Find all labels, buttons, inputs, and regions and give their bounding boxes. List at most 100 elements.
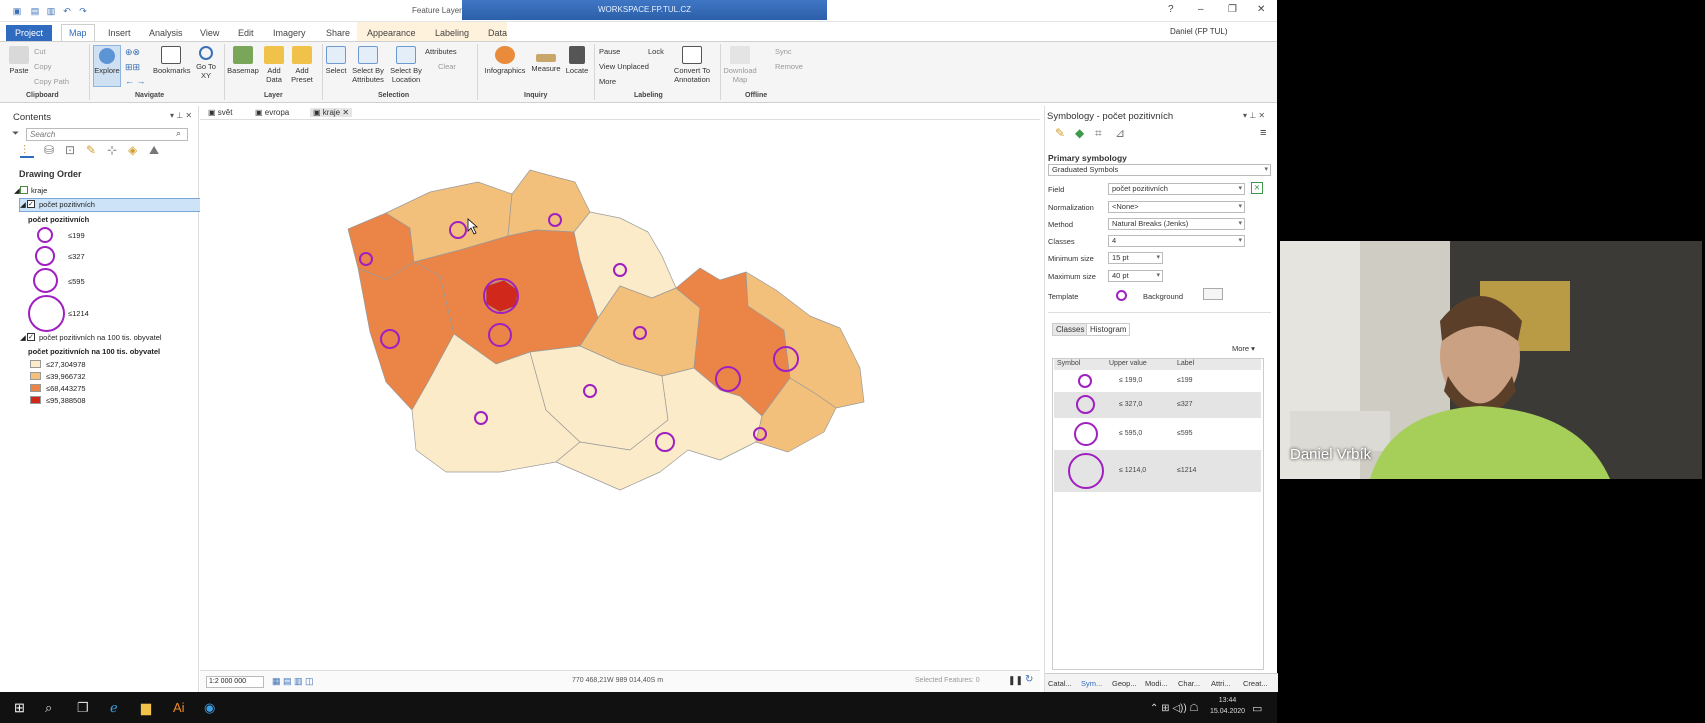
lock-button[interactable]: Lock xyxy=(648,47,664,56)
list-by-snapping-icon[interactable]: ⊹ xyxy=(107,143,117,157)
map-tab-kraje[interactable]: ▣ kraje ✕ xyxy=(310,108,353,117)
map-expand-icon[interactable]: ◢ xyxy=(14,186,20,195)
expression-icon[interactable]: ✕ xyxy=(1251,182,1263,194)
tab-classes[interactable]: Classes xyxy=(1052,323,1089,336)
class-symbol-3[interactable] xyxy=(1074,422,1098,446)
map-tab-svet[interactable]: ▣ svět xyxy=(208,108,232,117)
pane-tab-attributes[interactable]: Attri... xyxy=(1211,679,1231,688)
zoom-icon[interactable]: ⊕⊗ xyxy=(125,47,140,58)
more-button[interactable]: More xyxy=(599,77,616,86)
windows-start-icon[interactable]: ⊞ xyxy=(14,700,25,716)
restore-icon[interactable]: ❐ xyxy=(1228,4,1237,15)
remove-button[interactable]: Remove xyxy=(775,62,803,71)
class-upper-1[interactable]: ≤ 199,0 xyxy=(1119,377,1142,384)
download-map-button[interactable]: Download Map xyxy=(722,46,758,84)
pane-tab-symbology[interactable]: Sym... xyxy=(1081,679,1102,688)
tab-data[interactable]: Data xyxy=(488,28,507,38)
pane-tab-catalog[interactable]: Catal... xyxy=(1048,679,1072,688)
classes-select[interactable]: 4 xyxy=(1108,235,1245,247)
layer2-expand-icon[interactable]: ◢ xyxy=(20,333,26,342)
layer1-name[interactable]: počet pozitivních xyxy=(39,200,95,209)
tab-analysis[interactable]: Analysis xyxy=(149,28,183,38)
redo-icon[interactable]: ↷ xyxy=(78,6,88,16)
class-label-1[interactable]: ≤199 xyxy=(1177,377,1193,384)
copy-button[interactable]: Copy xyxy=(34,62,52,71)
file-explorer-icon[interactable]: ▆ xyxy=(141,700,151,716)
convert-to-annotation-button[interactable]: Convert To Annotation xyxy=(670,46,714,84)
go-to-xy-button[interactable]: Go To XY xyxy=(193,46,219,80)
new-icon[interactable]: ▤ xyxy=(30,6,40,16)
notifications-icon[interactable]: ▭ xyxy=(1252,702,1262,715)
select-by-attributes-button[interactable]: Select By Attributes xyxy=(350,46,386,84)
refresh-icon[interactable]: ↻ xyxy=(1025,674,1033,685)
tab-edit[interactable]: Edit xyxy=(238,28,254,38)
menu-icon[interactable]: ≡ xyxy=(1260,127,1266,139)
layer-expand-icon[interactable]: ◢ xyxy=(20,200,26,209)
paste-button[interactable]: Paste xyxy=(8,46,30,75)
vary-symbology-icon[interactable]: ◆ xyxy=(1075,126,1084,140)
method-select[interactable]: Natural Breaks (Jenks) xyxy=(1108,218,1245,230)
system-clock[interactable]: 13:44 15.04.2020 xyxy=(1210,695,1245,717)
map-view[interactable]: ▣ svět ▣ evropa ▣ kraje ✕ 1:2 000 000 ▦ … xyxy=(200,106,1040,692)
copy-path-button[interactable]: Copy Path xyxy=(34,77,69,86)
minimum-size-stepper[interactable]: 15 pt xyxy=(1108,252,1163,264)
class-row[interactable]: ≤ 327,0 ≤327 xyxy=(1054,392,1261,418)
sync-button[interactable]: Sync xyxy=(775,47,792,56)
more-dropdown[interactable]: More ▾ xyxy=(1232,344,1255,353)
layer-visibility-checkbox[interactable]: ✓ xyxy=(27,200,35,208)
class-label-2[interactable]: ≤327 xyxy=(1177,401,1193,408)
contents-search-input[interactable]: Search xyxy=(26,128,188,141)
attributes-button[interactable]: Attributes xyxy=(425,47,457,56)
bookmarks-button[interactable]: Bookmarks xyxy=(153,46,191,75)
pane-tab-geoprocessing[interactable]: Geop... xyxy=(1112,679,1137,688)
class-row[interactable]: ≤ 1214,0 ≤1214 xyxy=(1054,450,1261,492)
class-label-4[interactable]: ≤1214 xyxy=(1177,467,1196,474)
pause-drawing-icon[interactable]: ❚❚ xyxy=(1008,675,1023,686)
undo-icon[interactable]: ↶ xyxy=(62,6,72,16)
help-icon[interactable]: ? xyxy=(1168,4,1174,15)
symbol-layer-drawing-icon[interactable]: ⌗ xyxy=(1095,126,1102,141)
class-symbol-4[interactable] xyxy=(1068,453,1104,489)
tab-labeling[interactable]: Labeling xyxy=(435,28,469,38)
select-by-location-button[interactable]: Select By Location xyxy=(388,46,424,84)
cut-button[interactable]: Cut xyxy=(34,47,46,56)
class-row[interactable]: ≤ 199,0 ≤199 xyxy=(1054,371,1261,391)
layer2-name[interactable]: počet pozitivních na 100 tis. obyvatel xyxy=(39,333,162,342)
class-upper-3[interactable]: ≤ 595,0 xyxy=(1119,430,1142,437)
class-label-3[interactable]: ≤595 xyxy=(1177,430,1193,437)
list-by-editing-icon[interactable]: ✎ xyxy=(86,143,96,157)
map-tab-evropa[interactable]: ▣ evropa xyxy=(255,108,289,117)
edge-icon[interactable]: ℯ xyxy=(110,700,118,716)
illustrator-icon[interactable]: Ai xyxy=(173,700,185,715)
tray-icons[interactable]: ⌃ ⊞ ◁)) ☖ xyxy=(1150,703,1198,714)
pane-controls-icon[interactable]: ▾ ⊥ ✕ xyxy=(1243,111,1265,120)
pin-icon[interactable]: ▾ ⊥ ✕ xyxy=(170,111,192,120)
locate-button[interactable]: Locate xyxy=(564,46,590,75)
scale-input[interactable]: 1:2 000 000 xyxy=(206,676,264,688)
view-unplaced-button[interactable]: View Unplaced xyxy=(599,62,649,71)
filter-icon[interactable]: ⏷ xyxy=(12,128,19,139)
class-symbol-1[interactable] xyxy=(1078,374,1092,388)
class-symbol-2[interactable] xyxy=(1076,395,1095,414)
arcgis-pro-icon[interactable]: ◉ xyxy=(204,700,215,716)
search-icon[interactable]: ⌕ xyxy=(176,128,181,139)
background-swatch[interactable] xyxy=(1203,288,1223,300)
add-data-button[interactable]: Add Data xyxy=(262,46,286,84)
advanced-symbology-icon[interactable]: ⊿ xyxy=(1115,126,1125,140)
basemap-button[interactable]: Basemap xyxy=(226,46,260,75)
region-liberecky[interactable] xyxy=(507,169,591,237)
class-row[interactable]: ≤ 595,0 ≤595 xyxy=(1054,419,1261,449)
pause-button[interactable]: Pause xyxy=(599,47,620,56)
map-canvas[interactable] xyxy=(200,120,1040,670)
tab-appearance[interactable]: Appearance xyxy=(367,28,416,38)
tab-view[interactable]: View xyxy=(200,28,219,38)
explore-button[interactable]: Explore xyxy=(93,45,121,87)
symbology-type-select[interactable]: Graduated Symbols xyxy=(1048,164,1271,176)
tab-imagery[interactable]: Imagery xyxy=(273,28,306,38)
class-upper-2[interactable]: ≤ 327,0 xyxy=(1119,401,1142,408)
list-by-perspective-icon[interactable]: ⛰ xyxy=(149,143,159,158)
minimize-icon[interactable]: – xyxy=(1198,4,1204,15)
select-button[interactable]: Select xyxy=(324,46,348,75)
previous-extent-icon[interactable]: ← → xyxy=(125,76,146,86)
open-icon[interactable]: ▥ xyxy=(46,6,56,16)
